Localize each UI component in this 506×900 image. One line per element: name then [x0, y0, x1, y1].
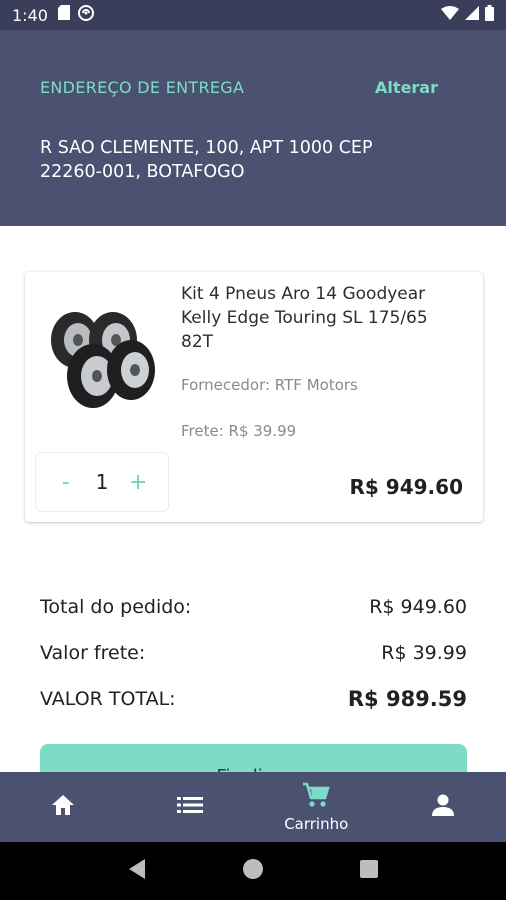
address-line-1: R SAO CLEMENTE, 100, APT 1000 CEP	[40, 138, 373, 158]
tires-image	[45, 304, 163, 414]
shipping-total-label: Valor frete:	[40, 642, 146, 664]
home-icon	[50, 793, 76, 822]
battery-icon	[485, 4, 494, 26]
back-icon[interactable]	[127, 858, 147, 885]
quantity-value: 1	[95, 470, 109, 494]
bottom-navigation: Carrinho	[0, 772, 506, 842]
grand-total-value: R$ 989.59	[347, 687, 467, 711]
person-icon	[431, 793, 455, 822]
nav-profile[interactable]	[380, 772, 506, 842]
delivery-address-caption: ENDEREÇO DE ENTREGA	[40, 78, 245, 97]
home-circle-icon[interactable]	[242, 858, 264, 885]
product-name[interactable]: Kit 4 Pneus Aro 14 Goodyear Kelly Edge T…	[181, 282, 451, 354]
decrement-quantity-button[interactable]: -	[52, 470, 80, 495]
order-total-row: Total do pedido: R$ 949.60	[40, 584, 467, 630]
grand-total-row: VALOR TOTAL: R$ 989.59	[40, 676, 467, 722]
status-bar: 1:40	[0, 0, 506, 30]
status-time: 1:40	[12, 5, 48, 25]
change-address-link[interactable]: Alterar	[375, 78, 438, 97]
address-line-2: 22260-001, BOTAFOGO	[40, 162, 245, 182]
nav-list[interactable]	[127, 772, 254, 842]
quantity-stepper: - 1 +	[35, 452, 169, 512]
order-total-label: Total do pedido:	[40, 596, 192, 618]
list-icon	[176, 795, 203, 820]
sync-icon	[77, 4, 94, 26]
shipping-total-row: Valor frete: R$ 39.99	[40, 630, 467, 676]
recents-icon[interactable]	[359, 859, 379, 884]
product-shipping: Frete: R$ 39.99	[181, 422, 297, 440]
grand-total-label: VALOR TOTAL:	[40, 688, 176, 710]
signal-icon	[465, 5, 479, 25]
cart-screen: 1:40 ENDEREÇO DE ENTREGA Alterar R SAO C…	[0, 0, 506, 900]
sd-card-icon	[57, 5, 70, 25]
increment-quantity-button[interactable]: +	[124, 470, 152, 495]
nav-home[interactable]	[0, 772, 127, 842]
nav-cart[interactable]: Carrinho	[253, 772, 380, 842]
delivery-address-text: R SAO CLEMENTE, 100, APT 1000 CEP 22260-…	[40, 136, 420, 184]
nav-cart-label: Carrinho	[284, 814, 349, 833]
product-supplier: Fornecedor: RTF Motors	[181, 376, 358, 394]
wifi-icon	[441, 5, 459, 25]
system-navigation-bar	[0, 842, 506, 900]
shipping-total-value: R$ 39.99	[381, 642, 467, 664]
cart-icon	[302, 782, 330, 813]
product-price: R$ 949.60	[349, 475, 463, 499]
cart-item-card: Kit 4 Pneus Aro 14 Goodyear Kelly Edge T…	[25, 272, 483, 522]
order-total-value: R$ 949.60	[369, 596, 467, 618]
order-totals: Total do pedido: R$ 949.60 Valor frete: …	[40, 584, 467, 722]
delivery-address-header: ENDEREÇO DE ENTREGA Alterar R SAO CLEMEN…	[0, 30, 506, 226]
